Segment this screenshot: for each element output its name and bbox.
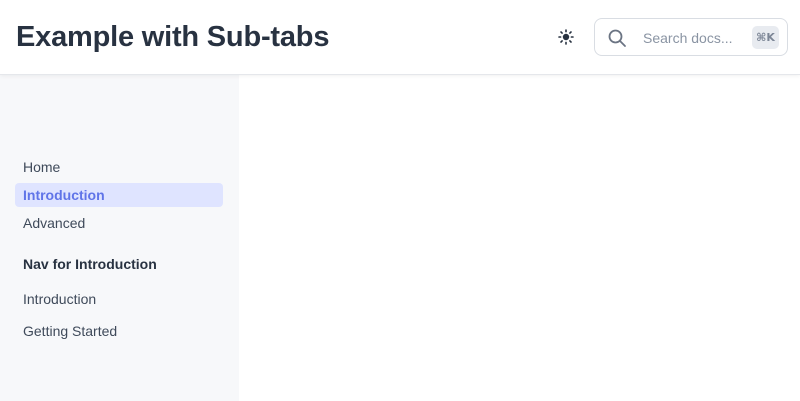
- sidebar-section-title: Nav for Introduction: [23, 256, 157, 272]
- sun-icon: [558, 29, 574, 45]
- sidebar-item-getting-started[interactable]: Getting Started: [15, 319, 223, 343]
- search-shortcut-badge: ⌘K: [752, 26, 779, 49]
- sidebar-tab-introduction[interactable]: Introduction: [15, 183, 223, 207]
- sidebar-tab-advanced[interactable]: Advanced: [15, 211, 223, 235]
- sidebar-item-introduction[interactable]: Introduction: [15, 287, 223, 311]
- site-title[interactable]: Example with Sub-tabs: [16, 18, 329, 56]
- theme-toggle-button[interactable]: [554, 25, 578, 49]
- search-placeholder: Search docs...: [643, 30, 733, 46]
- search-input[interactable]: Search docs... ⌘K: [594, 18, 788, 56]
- main-content: [239, 75, 800, 401]
- search-icon: [608, 29, 626, 47]
- top-header: Example with Sub-tabs Search docs... ⌘K: [0, 0, 800, 75]
- sidebar: Home Introduction Advanced Nav for Intro…: [0, 75, 239, 401]
- sidebar-tab-home[interactable]: Home: [15, 155, 223, 179]
